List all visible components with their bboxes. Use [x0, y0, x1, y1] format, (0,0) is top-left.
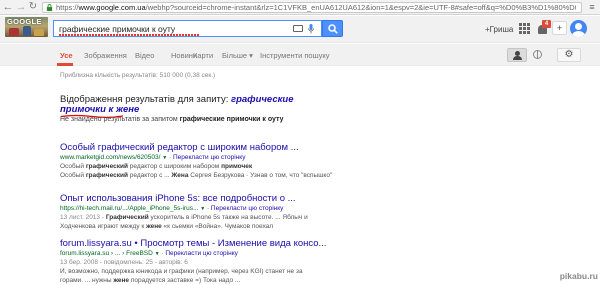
snippet-text: редактор с широким набором — [127, 163, 222, 170]
original-query-link[interactable]: графические примочки к оуту — [180, 116, 284, 123]
browser-menu-icon[interactable]: ≡ — [586, 2, 598, 13]
avatar-head — [575, 23, 582, 30]
search-icon — [328, 24, 338, 34]
no-results-for: Не знайдено результатів за запитом графи… — [60, 115, 360, 125]
search-box[interactable] — [53, 20, 322, 37]
avatar[interactable] — [570, 20, 587, 37]
result-snippet-line: И, возможно, поддержка юникода и графики… — [60, 267, 340, 276]
search-result: Опыт использования iPhone 5s: все подроб… — [60, 193, 390, 231]
url-path: /webhp?sourceid=chrome-instant&rlz=1C1VF… — [145, 3, 576, 12]
snippet-text: горами. ... нужны — [60, 277, 114, 284]
google-header: GOOGLE +Гриша — [0, 16, 600, 43]
snippet-bold: Жена — [171, 172, 189, 179]
tab-video[interactable]: Відео — [135, 50, 154, 61]
spellcheck-underline — [59, 34, 200, 36]
doodle-figure-gold — [34, 29, 44, 36]
logo-text: GOOGLE — [7, 17, 42, 26]
snippet-text: И, возможно, поддержка юникода и графики… — [60, 268, 303, 275]
tab-all[interactable]: Усе — [60, 50, 73, 61]
snippet-bold: графический — [85, 163, 128, 170]
url-text[interactable]: https://www.google.com.ua/webhp?sourceid… — [56, 3, 576, 13]
back-arrow-icon[interactable]: ← — [2, 1, 14, 13]
global-results-button[interactable] — [530, 48, 546, 62]
result-url-text: forum.lissyara.su › ... › FreeBSD — [60, 250, 153, 257]
dropdown-arrow-icon[interactable]: ▼ — [155, 251, 160, 257]
no-results-prefix: Не знайдено результатів за запитом — [60, 116, 180, 123]
active-tab-indicator — [57, 63, 73, 66]
result-url-text: www.marketgid.com/news/620503/ — [60, 154, 161, 161]
translate-page-link[interactable]: Перекласти цю сторінку — [165, 250, 238, 257]
user-name-link[interactable]: +Гриша — [485, 24, 515, 35]
tab-maps[interactable]: Карти — [193, 50, 213, 61]
tab-more[interactable]: Більше ▾ — [222, 50, 253, 61]
microphone-icon[interactable] — [308, 24, 314, 34]
result-snippet-line: горами. ... нужны жене порадуется застав… — [60, 276, 340, 285]
doodle-figure-red — [9, 28, 19, 36]
forward-arrow-icon[interactable]: → — [15, 1, 27, 13]
watermark: pikabu.ru — [559, 271, 598, 281]
lock-icon — [46, 4, 53, 11]
google-doodle-logo[interactable]: GOOGLE — [5, 17, 48, 37]
notification-count-badge: 4 — [542, 20, 551, 28]
result-date: 13 бер. 2008 - повідомлень: 25 - авторів… — [60, 259, 188, 266]
reload-icon[interactable]: ↻ — [27, 1, 39, 13]
search-result: Особый графический редактор с широким на… — [60, 142, 390, 180]
snippet-text: Сергея Безрукова · Узнав о том, что "всп… — [188, 172, 333, 179]
snippet-text: порадуется заставке =) Тока надо ... — [129, 277, 241, 284]
keyboard-icon[interactable] — [293, 25, 303, 32]
spelling-correction: Відображення результатів для запиту: гра… — [60, 94, 360, 126]
snippet-text: «к сьемки «Война». Чумаков поехал — [161, 223, 274, 230]
doodle-figure-blue — [23, 26, 31, 36]
globe-icon — [533, 50, 542, 59]
search-button[interactable] — [322, 20, 343, 37]
result-snippet-line: Ходченкова играют между к жене «к сьемки… — [60, 222, 340, 231]
result-url: www.marketgid.com/news/620503/ ▼ · Перек… — [60, 154, 246, 161]
snippet-bold: графический — [85, 172, 128, 179]
share-button[interactable]: + — [552, 21, 567, 35]
settings-gear-icon[interactable]: ⚙ — [557, 48, 581, 62]
personal-results-button[interactable] — [507, 48, 527, 62]
snippet-text: Ходченкова играют между к — [60, 223, 147, 230]
avatar-body — [572, 31, 585, 37]
browser-window: ← → ↻ https://www.google.com.ua/webhp?so… — [0, 0, 600, 285]
snippet-bold: примочек — [221, 163, 253, 170]
url-field[interactable]: https://www.google.com.ua/webhp?sourceid… — [42, 2, 582, 13]
snippet-text: Особый — [60, 163, 86, 170]
url-scheme: https:// — [56, 3, 79, 12]
notifications-bell-icon[interactable]: 4 — [536, 20, 551, 35]
result-date: 13 лист. 2013 - — [60, 214, 106, 221]
snippet-bold: Графический — [105, 214, 149, 221]
result-meta-line: 13 бер. 2008 - повідомлень: 25 - авторів… — [60, 258, 340, 267]
translate-page-link[interactable]: Перекласти цю сторінку — [173, 154, 246, 161]
translate-page-link[interactable]: Перекласти цю сторінку — [211, 205, 284, 212]
tab-images[interactable]: Зображення — [84, 50, 127, 61]
snippet-text: редактор с ... — [127, 172, 172, 179]
result-url: forum.lissyara.su › ... › FreeBSD ▼ · Пе… — [60, 250, 238, 257]
snippet-text: ускоритель в iPhone 5s также на высоте. … — [148, 214, 308, 221]
result-snippet-line: Особый графический редактор с ... Жена С… — [60, 171, 340, 180]
dropdown-arrow-icon[interactable]: ▼ — [162, 155, 167, 161]
result-stats: Приблизна кількість результатів: 510 000… — [60, 72, 216, 79]
snippet-bold: жене — [113, 277, 130, 284]
dropdown-arrow-icon[interactable]: ▼ — [200, 206, 205, 212]
snippet-text: Особый — [60, 172, 86, 179]
url-host: www.google.com.ua — [78, 3, 146, 12]
address-bar-row: ← → ↻ https://www.google.com.ua/webhp?so… — [0, 0, 600, 15]
result-snippet-line: Особый графический редактор с широким на… — [60, 162, 340, 171]
search-result: forum.lissyara.su • Просмотр темы - Изме… — [60, 238, 390, 285]
result-url: https://hi-tech.mail.ru/.../Apple_iPhone… — [60, 205, 284, 212]
tab-search-tools[interactable]: Інструменти пошуку — [260, 50, 329, 61]
apps-grid-icon[interactable] — [519, 23, 530, 34]
result-url-text: https://hi-tech.mail.ru/.../Apple_iPhone… — [60, 205, 199, 212]
snippet-bold: жене — [146, 223, 162, 230]
person-icon-body — [513, 56, 522, 60]
search-tabs-bar: Усе Зображення Відео Новини Карти Більше… — [0, 44, 600, 66]
result-snippet-line: 13 лист. 2013 - Графический ускоритель в… — [60, 213, 340, 222]
